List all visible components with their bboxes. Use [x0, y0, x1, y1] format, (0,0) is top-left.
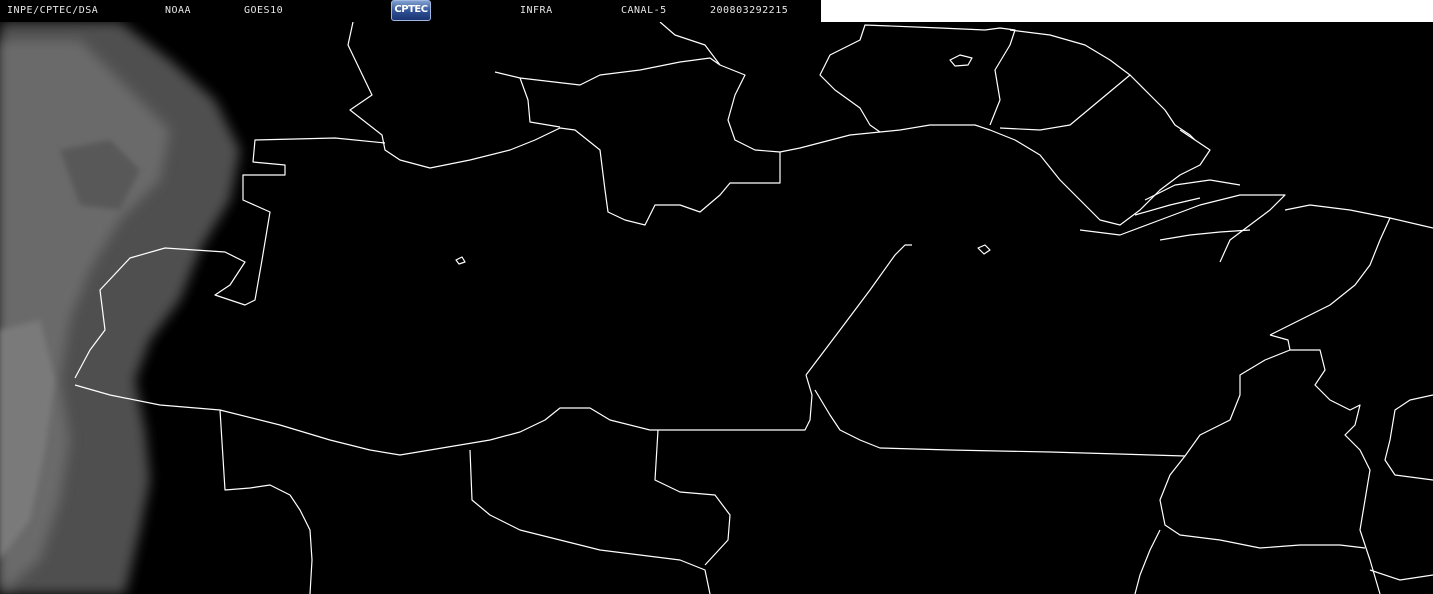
logo-text: CPTEC — [394, 4, 428, 15]
header-blank-area — [821, 0, 1433, 22]
channel-label: CANAL-5 — [621, 5, 667, 16]
product-label: INFRA — [520, 5, 553, 16]
timestamp-label: 200803292215 — [710, 5, 789, 16]
agency-label: NOAA — [165, 5, 192, 16]
header-bar: INPE/CPTEC/DSA NOAA GOES10 CPTEC INFRA C… — [0, 0, 821, 22]
institution-label: INPE/CPTEC/DSA — [7, 5, 99, 16]
cptec-logo: CPTEC — [391, 0, 431, 21]
satellite-label: GOES10 — [244, 5, 284, 16]
satellite-map — [0, 22, 1433, 594]
